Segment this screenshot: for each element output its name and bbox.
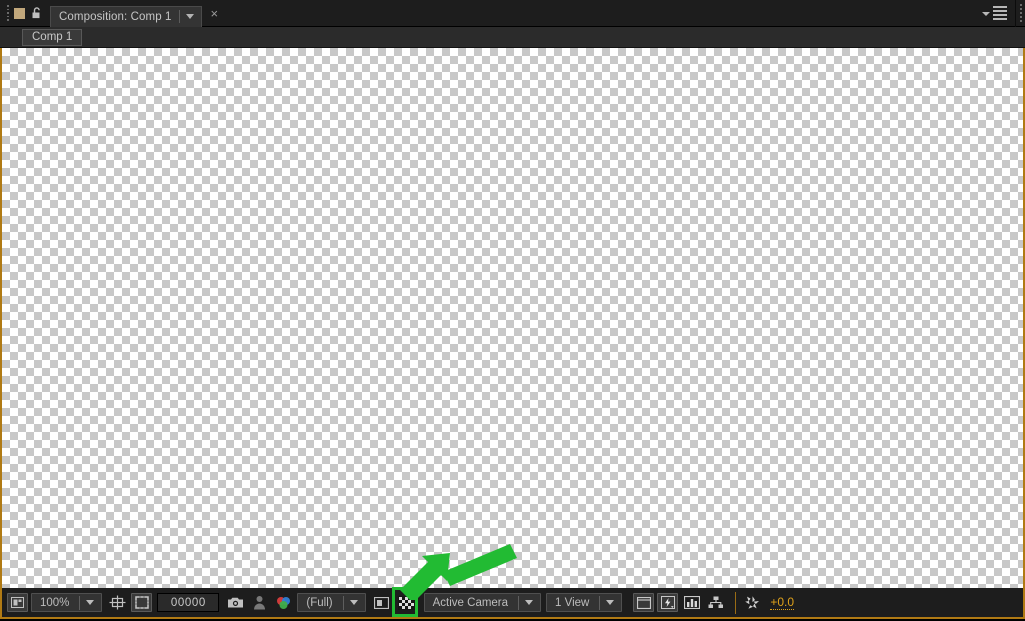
toolbar-divider: [735, 591, 737, 614]
panel-menu-icon[interactable]: [978, 0, 1015, 26]
field-separator: [599, 595, 601, 610]
always-preview-this-view-icon[interactable]: [7, 593, 28, 612]
checkerboard-icon[interactable]: [396, 593, 417, 612]
panel-title-bar: Composition: Comp 1 ×: [0, 0, 1025, 27]
select-view-layout-popup[interactable]: 1 View: [546, 593, 623, 612]
reset-exposure-icon[interactable]: [742, 593, 763, 612]
composition-viewer-canvas[interactable]: [0, 48, 1025, 588]
show-snapshot-icon[interactable]: [249, 593, 270, 612]
magnification-value: 100%: [40, 596, 70, 609]
panel-menu-triangle-icon: [982, 11, 990, 16]
composition-tab-label: Composition: Comp 1: [59, 10, 172, 23]
close-icon[interactable]: ×: [208, 7, 220, 20]
composition-tab[interactable]: Composition: Comp 1: [50, 5, 203, 27]
composition-flowchart-icon[interactable]: [705, 593, 726, 612]
take-snapshot-icon[interactable]: [225, 593, 246, 612]
field-separator: [79, 595, 81, 610]
toggle-pixel-aspect-ratio-correction-icon[interactable]: [633, 593, 655, 612]
chevron-down-icon[interactable]: [186, 14, 195, 19]
tab-separator: [179, 10, 181, 23]
show-rgb-parade-icon[interactable]: [681, 593, 702, 612]
chevron-down-icon[interactable]: [525, 600, 534, 605]
breadcrumb-item-label: Comp 1: [32, 31, 73, 43]
magnification-ratio-popup[interactable]: 100%: [31, 593, 103, 612]
chevron-down-icon[interactable]: [349, 600, 358, 605]
current-time-field[interactable]: 00000: [157, 593, 220, 612]
lock-icon[interactable]: [30, 6, 43, 20]
choose-grid-and-guide-options-icon[interactable]: [107, 593, 128, 612]
panel-grip-icon[interactable]: [1015, 0, 1025, 27]
composition-color-swatch: [14, 7, 25, 19]
toggle-mask-and-shape-path-visibility-icon[interactable]: [371, 593, 392, 612]
select-view-layout-value: 1 View: [555, 596, 590, 609]
panel-grip[interactable]: [4, 5, 11, 21]
breadcrumb-item-comp-1[interactable]: Comp 1: [22, 28, 83, 46]
breadcrumb: Comp 1: [0, 27, 1025, 48]
after-effects-composition-panel: Composition: Comp 1 × Comp 1 100% 00000 …: [0, 0, 1025, 621]
titlebar-right-group: [978, 0, 1025, 27]
field-separator: [342, 595, 344, 610]
3d-view-value: Active Camera: [432, 596, 509, 609]
resolution-value: (Full): [306, 596, 333, 609]
fast-previews-icon[interactable]: [657, 593, 679, 612]
chevron-down-icon[interactable]: [606, 600, 615, 605]
field-separator: [518, 595, 520, 610]
hamburger-icon: [993, 6, 1007, 20]
chevron-down-icon[interactable]: [86, 600, 95, 605]
resolution-popup[interactable]: (Full): [297, 593, 366, 612]
current-time-value: 00000: [170, 596, 206, 609]
region-of-interest-icon[interactable]: [131, 593, 153, 612]
show-channel-and-color-management-icon[interactable]: [273, 593, 294, 612]
exposure-value[interactable]: +0.0: [770, 596, 795, 610]
viewer-bottom-toolbar: 100% 00000 (Full) Active Camera 1 View +…: [0, 587, 1025, 619]
transparency-grid-highlight-group: [391, 587, 418, 617]
3d-view-popup[interactable]: Active Camera: [423, 593, 542, 612]
